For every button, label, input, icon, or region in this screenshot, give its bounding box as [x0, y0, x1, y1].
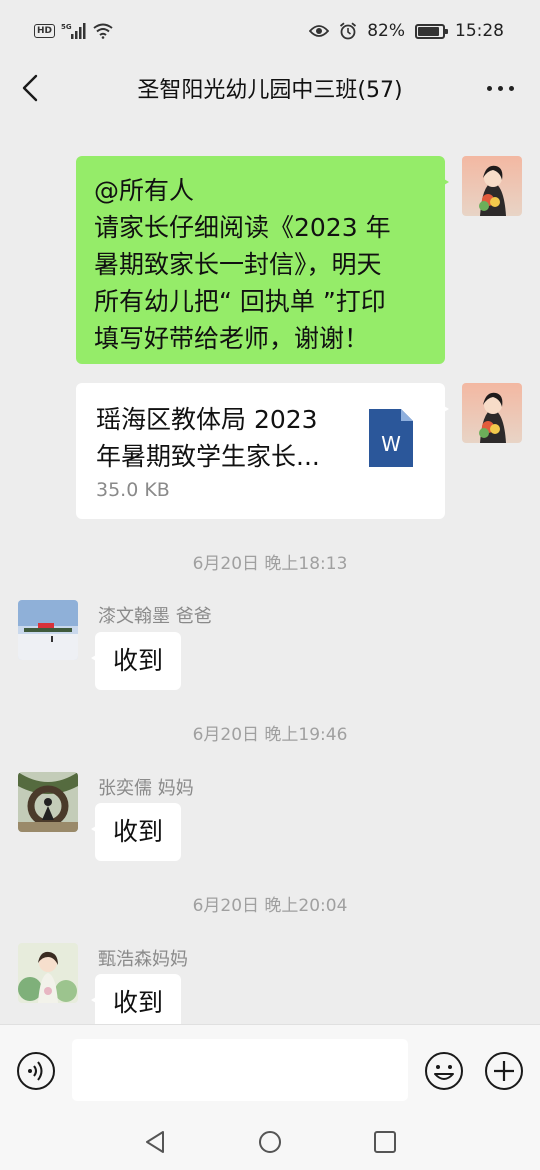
message-timestamp: 6月20日 晚上19:46 [192, 725, 348, 745]
received-message[interactable]: 收到 [90, 632, 182, 690]
eye-icon [309, 25, 330, 37]
sender-avatar[interactable] [18, 772, 78, 832]
hd-icon: HD [34, 24, 56, 38]
message-list[interactable]: @所有人 请家长仔细阅读《2023 年 暑期致家长一封信》，明天 所有幼儿把“ … [0, 118, 540, 1024]
own-avatar[interactable] [462, 383, 522, 443]
own-avatar[interactable] [462, 156, 522, 216]
word-doc-icon: W [369, 409, 413, 467]
word-doc-letter: W [381, 432, 401, 456]
battery-icon [415, 23, 448, 39]
sender-name: 张奕儒 妈妈 [98, 778, 194, 799]
message-line: 所有幼儿把“ 回执单 ”打印 [94, 287, 386, 316]
chat-header: 圣智阳光幼儿园中三班(57) [0, 58, 540, 118]
sender-avatar[interactable] [18, 600, 78, 660]
nav-back-icon[interactable] [141, 1128, 169, 1156]
sender-name: 漆文翰墨 爸爸 [98, 606, 212, 627]
sender-name: 甄浩森妈妈 [98, 949, 188, 970]
input-bar [0, 1024, 540, 1114]
message-line: 填写好带给老师，谢谢！ [94, 324, 370, 353]
nav-recents-icon[interactable] [371, 1128, 399, 1156]
file-name: 瑶海区教体局 2023 年暑期致学生家长... [96, 401, 341, 475]
more-functions-icon[interactable] [484, 1051, 524, 1091]
received-message[interactable]: 收到 [90, 803, 182, 861]
file-name-line: 瑶海区教体局 2023 [96, 405, 318, 434]
file-name-line: 年暑期致学生家长... [96, 442, 320, 471]
file-message[interactable]: 瑶海区教体局 2023 年暑期致学生家长... 35.0 KB W [76, 383, 449, 519]
voice-input-icon[interactable] [16, 1051, 56, 1091]
system-nav-bar [0, 1114, 540, 1170]
network-type-label: 5G [61, 23, 72, 31]
message-line: 请家长仔细阅读《2023 年 [94, 213, 391, 242]
wifi-icon [93, 23, 113, 39]
received-message[interactable]: 收到 [90, 974, 182, 1024]
file-size: 35.0 KB [96, 479, 170, 501]
more-options-icon[interactable] [487, 86, 514, 91]
chat-title: 圣智阳光幼儿园中三班(57) [137, 78, 403, 103]
message-input[interactable] [72, 1039, 408, 1101]
own-text-message[interactable]: @所有人 请家长仔细阅读《2023 年 暑期致家长一封信》，明天 所有幼儿把“ … [76, 156, 449, 364]
message-line: 暑期致家长一封信》，明天 [94, 250, 382, 279]
alarm-icon [340, 22, 357, 40]
signal-icon: 5G [61, 23, 86, 39]
battery-percent: 82% [367, 21, 405, 41]
message-timestamp: 6月20日 晚上20:04 [192, 896, 348, 916]
message-line: @所有人 [94, 176, 195, 205]
message-timestamp: 6月20日 晚上18:13 [192, 554, 348, 574]
nav-home-icon[interactable] [256, 1128, 284, 1156]
clock: 15:28 [455, 21, 504, 41]
sender-avatar[interactable] [18, 943, 78, 1003]
status-bar: HD 5G 82% 15:28 [0, 0, 540, 58]
emoji-icon[interactable] [424, 1051, 464, 1091]
